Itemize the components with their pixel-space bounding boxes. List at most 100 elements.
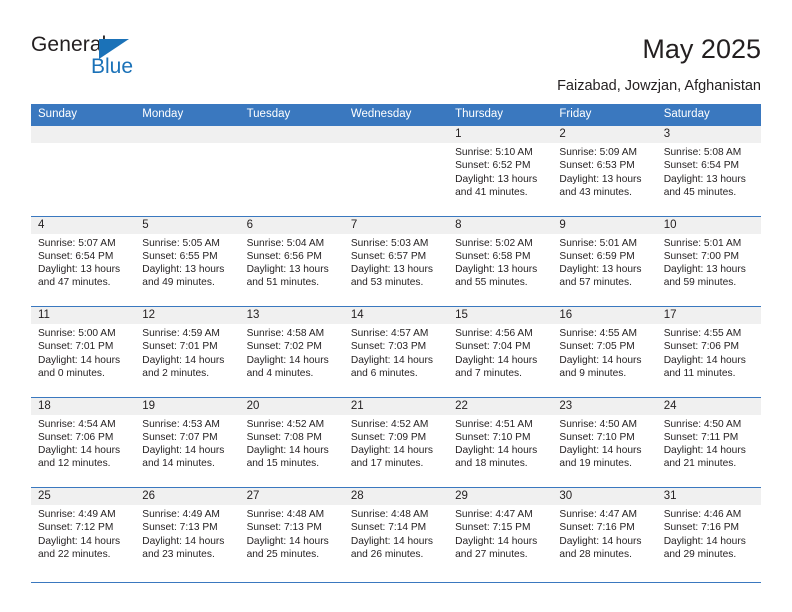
- day-cell[interactable]: 31 Sunrise: 4:46 AM Sunset: 7:16 PM Dayl…: [656, 488, 761, 578]
- day-number-band: 5: [135, 216, 240, 234]
- day-cell[interactable]: 13 Sunrise: 4:58 AM Sunset: 7:02 PM Dayl…: [239, 307, 344, 397]
- day-cell[interactable]: 4 Sunrise: 5:07 AM Sunset: 6:54 PM Dayli…: [31, 216, 136, 306]
- general-blue-logo[interactable]: General Blue: [31, 33, 211, 81]
- sunrise-text: Sunrise: 4:55 AM: [559, 328, 637, 339]
- location-subtitle: Faizabad, Jowzjan, Afghanistan: [557, 78, 761, 94]
- day-number: 21: [350, 399, 364, 412]
- daylight-text-line1: Daylight: 14 hours: [663, 354, 746, 366]
- daylight-text-line1: Daylight: 14 hours: [38, 354, 121, 366]
- day-number: 1: [455, 128, 462, 140]
- day-cell[interactable]: 26 Sunrise: 4:49 AM Sunset: 7:13 PM Dayl…: [135, 488, 240, 578]
- calendar-week-row: 1 Sunrise: 5:10 AM Sunset: 6:52 PM Dayli…: [31, 125, 761, 216]
- weekday-header-row: Sunday Monday Tuesday Wednesday Thursday…: [31, 104, 761, 125]
- day-sun-info: Sunrise: 5:02 AM Sunset: 6:58 PM Dayligh…: [448, 234, 552, 290]
- sunset-text: Sunset: 6:52 PM: [455, 160, 531, 172]
- daylight-text-line2: and 19 minutes.: [559, 458, 632, 470]
- day-cell[interactable]: 9 Sunrise: 5:01 AM Sunset: 6:59 PM Dayli…: [552, 216, 657, 306]
- day-number: 29: [455, 490, 468, 502]
- daylight-text-line2: and 55 minutes.: [455, 277, 528, 289]
- day-number-band: 20: [239, 397, 344, 415]
- day-number-band: 11: [31, 307, 136, 324]
- daylight-text-line1: Daylight: 14 hours: [38, 535, 121, 547]
- daylight-text-line2: and 45 minutes.: [663, 186, 737, 198]
- sunset-text: Sunset: 7:14 PM: [350, 522, 427, 534]
- day-cell[interactable]: 29 Sunrise: 4:47 AM Sunset: 7:15 PM Dayl…: [448, 488, 553, 578]
- day-sun-info: Sunrise: 4:50 AM Sunset: 7:10 PM Dayligh…: [552, 415, 656, 471]
- day-cell[interactable]: 22 Sunrise: 4:51 AM Sunset: 7:10 PM Dayl…: [448, 397, 553, 487]
- day-number: 22: [455, 399, 468, 412]
- daylight-text-line1: Daylight: 14 hours: [142, 354, 225, 366]
- day-number-band: 6: [239, 216, 344, 234]
- daylight-text-line1: Daylight: 13 hours: [559, 173, 642, 185]
- day-sun-info: Sunrise: 4:55 AM Sunset: 7:06 PM Dayligh…: [657, 324, 761, 380]
- day-cell[interactable]: 17 Sunrise: 4:55 AM Sunset: 7:06 PM Dayl…: [656, 307, 761, 397]
- sunrise-text: Sunrise: 4:49 AM: [142, 509, 220, 520]
- day-cell[interactable]: 30 Sunrise: 4:47 AM Sunset: 7:16 PM Dayl…: [552, 488, 657, 578]
- daylight-text-line2: and 2 minutes.: [142, 367, 210, 379]
- day-cell[interactable]: 6 Sunrise: 5:04 AM Sunset: 6:56 PM Dayli…: [239, 216, 344, 306]
- day-cell[interactable]: 10 Sunrise: 5:01 AM Sunset: 7:00 PM Dayl…: [656, 216, 761, 306]
- day-cell[interactable]: 1 Sunrise: 5:10 AM Sunset: 6:52 PM Dayli…: [448, 126, 553, 216]
- sunset-text: Sunset: 6:58 PM: [455, 250, 531, 262]
- day-cell[interactable]: 21 Sunrise: 4:52 AM Sunset: 7:09 PM Dayl…: [343, 397, 449, 487]
- day-sun-info: Sunrise: 5:07 AM Sunset: 6:54 PM Dayligh…: [31, 234, 135, 290]
- day-number-band: 21: [343, 397, 449, 415]
- day-cell[interactable]: 15 Sunrise: 4:56 AM Sunset: 7:04 PM Dayl…: [448, 307, 553, 397]
- day-number-band: 26: [135, 488, 240, 505]
- day-cell[interactable]: 25 Sunrise: 4:49 AM Sunset: 7:12 PM Dayl…: [31, 488, 136, 578]
- calendar-week-row: 18 Sunrise: 4:54 AM Sunset: 7:06 PM Dayl…: [31, 396, 761, 487]
- day-number-band: 17: [656, 307, 761, 324]
- day-number-band: 29: [448, 488, 553, 505]
- day-number-band: 7: [343, 216, 449, 234]
- day-number: 28: [350, 490, 364, 502]
- daylight-text-line1: Daylight: 13 hours: [350, 264, 433, 276]
- day-number-band: 23: [552, 397, 657, 415]
- sunrise-text: Sunrise: 4:53 AM: [142, 418, 220, 430]
- sunset-text: Sunset: 7:00 PM: [663, 250, 740, 262]
- sunrise-text: Sunrise: 5:05 AM: [142, 237, 220, 249]
- daylight-text-line2: and 11 minutes.: [663, 367, 736, 379]
- day-cell[interactable]: 7 Sunrise: 5:03 AM Sunset: 6:57 PM Dayli…: [343, 216, 449, 306]
- day-number: 11: [38, 309, 50, 321]
- sunrise-text: Sunrise: 4:58 AM: [246, 328, 325, 339]
- day-cell[interactable]: 20 Sunrise: 4:52 AM Sunset: 7:08 PM Dayl…: [239, 397, 344, 487]
- day-cell[interactable]: 3 Sunrise: 5:08 AM Sunset: 6:54 PM Dayli…: [656, 126, 761, 216]
- daylight-text-line1: Daylight: 13 hours: [663, 264, 746, 276]
- day-number: 23: [559, 399, 573, 412]
- day-cell[interactable]: 23 Sunrise: 4:50 AM Sunset: 7:10 PM Dayl…: [552, 397, 657, 487]
- sunset-text: Sunset: 7:10 PM: [559, 431, 635, 443]
- day-sun-info: Sunrise: 5:03 AM Sunset: 6:57 PM Dayligh…: [344, 234, 448, 290]
- day-cell[interactable]: 8 Sunrise: 5:02 AM Sunset: 6:58 PM Dayli…: [448, 216, 553, 306]
- calendar-bottom-rule: [31, 581, 761, 584]
- daylight-text-line2: and 47 minutes.: [38, 277, 111, 289]
- daylight-text-line2: and 18 minutes.: [455, 458, 528, 470]
- day-cell[interactable]: 5 Sunrise: 5:05 AM Sunset: 6:55 PM Dayli…: [135, 216, 240, 306]
- sunrise-text: Sunrise: 5:03 AM: [350, 237, 429, 249]
- day-cell[interactable]: 16 Sunrise: 4:55 AM Sunset: 7:05 PM Dayl…: [552, 307, 657, 397]
- day-number: 8: [455, 218, 462, 231]
- calendar-week-row: 4 Sunrise: 5:07 AM Sunset: 6:54 PM Dayli…: [31, 215, 761, 306]
- day-cell[interactable]: 14 Sunrise: 4:57 AM Sunset: 7:03 PM Dayl…: [343, 307, 449, 397]
- day-sun-info: Sunrise: 4:56 AM Sunset: 7:04 PM Dayligh…: [448, 324, 552, 380]
- weekday-header-thursday: Thursday: [455, 108, 504, 120]
- day-number-band: 1: [448, 126, 553, 143]
- day-cell[interactable]: 18 Sunrise: 4:54 AM Sunset: 7:06 PM Dayl…: [31, 397, 136, 487]
- day-sun-info: Sunrise: 5:05 AM Sunset: 6:55 PM Dayligh…: [135, 234, 239, 290]
- day-cell[interactable]: 27 Sunrise: 4:48 AM Sunset: 7:13 PM Dayl…: [239, 488, 344, 578]
- day-cell[interactable]: 24 Sunrise: 4:50 AM Sunset: 7:11 PM Dayl…: [656, 397, 761, 487]
- day-cell[interactable]: 12 Sunrise: 4:59 AM Sunset: 7:01 PM Dayl…: [135, 307, 240, 397]
- day-cell[interactable]: 2 Sunrise: 5:09 AM Sunset: 6:53 PM Dayli…: [552, 126, 657, 216]
- day-cell[interactable]: 19 Sunrise: 4:53 AM Sunset: 7:07 PM Dayl…: [135, 397, 240, 487]
- sunrise-text: Sunrise: 5:10 AM: [455, 147, 533, 158]
- day-number: 6: [246, 218, 253, 231]
- daylight-text-line1: Daylight: 13 hours: [455, 173, 538, 185]
- day-number-band: 18: [31, 397, 136, 415]
- sunset-text: Sunset: 7:11 PM: [663, 431, 739, 443]
- day-cell[interactable]: 28 Sunrise: 4:48 AM Sunset: 7:14 PM Dayl…: [343, 488, 449, 578]
- day-cell[interactable]: 11 Sunrise: 5:00 AM Sunset: 7:01 PM Dayl…: [31, 307, 136, 397]
- sunrise-text: Sunrise: 5:07 AM: [38, 237, 116, 249]
- sunset-text: Sunset: 6:56 PM: [246, 250, 322, 262]
- day-number: 3: [663, 128, 671, 140]
- day-number: 20: [246, 399, 260, 412]
- daylight-text-line2: and 29 minutes.: [663, 548, 737, 560]
